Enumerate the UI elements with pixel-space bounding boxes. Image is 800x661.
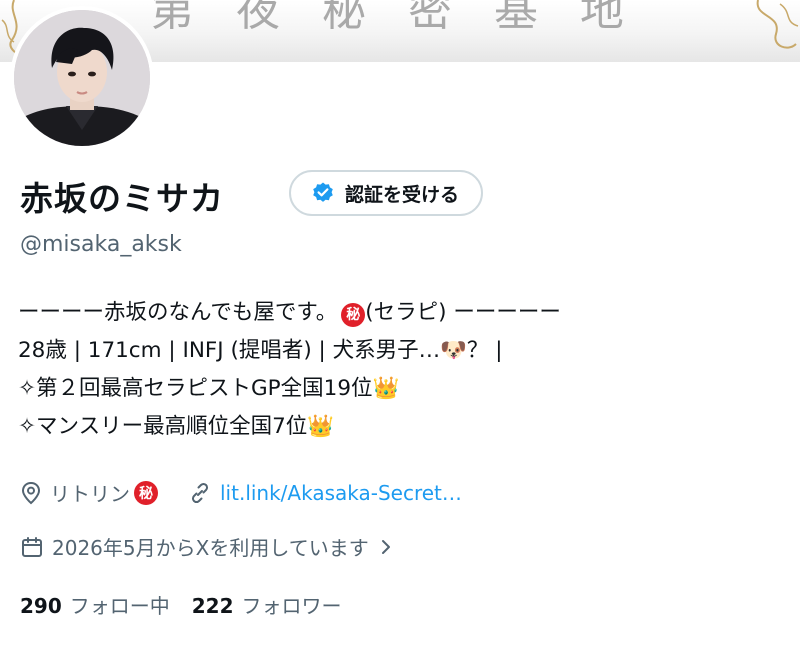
profile-meta-location-link: リトリン 秘 lit.link/Akasaka-Secret… [20, 478, 462, 507]
calendar-icon [20, 535, 44, 559]
follow-stats: 290 フォロー中 222 フォロワー [20, 590, 364, 619]
banner-ornament-right [756, 0, 799, 49]
profile-joined-date: 2026年5月からXを利用しています [52, 536, 369, 560]
crown-emoji: 👑 [307, 414, 335, 439]
following-count[interactable]: 290 [20, 594, 62, 618]
profile-joined-row[interactable]: 2026年5月からXを利用しています [20, 532, 393, 561]
get-verified-label: 認証を受ける [345, 183, 460, 206]
verified-badge-icon [311, 181, 335, 205]
dog-emoji: 🐶 [440, 338, 467, 363]
bio-line-4: ✧マンスリー最高順位全国7位👑 [18, 414, 335, 439]
profile-website-link[interactable]: lit.link/Akasaka-Secret… [220, 481, 462, 505]
bio-line-3: ✧第２回最高セラピストGP全国19位👑 [18, 376, 400, 401]
profile-location: リトリン [50, 482, 130, 506]
crown-emoji: 👑 [372, 376, 400, 401]
profile-avatar[interactable] [14, 10, 150, 146]
bio-line-1: ーーーー赤坂のなんでも屋です。秘 (セラピ) ーーーーー [18, 300, 561, 327]
secret-seal-emoji: 秘 [341, 303, 366, 327]
followers-count[interactable]: 222 [192, 594, 234, 618]
following-label[interactable]: フォロー中 [70, 590, 170, 619]
chevron-right-icon[interactable] [379, 537, 393, 557]
banner-text: 第 夜 秘 密 基 地 [150, 0, 638, 36]
followers-label[interactable]: フォロワー [242, 590, 342, 619]
link-icon [188, 481, 212, 505]
bio-line-2: 28歳 | 171cm | INFJ (提唱者) | 犬系男子…🐶？ | [18, 338, 503, 363]
secret-seal-emoji: 秘 [134, 480, 158, 505]
profile-display-name: 赤坂のミサカ [20, 179, 224, 218]
profile-bio: ーーーー赤坂のなんでも屋です。秘 (セラピ) ーーーーー 28歳 | 171cm … [18, 294, 788, 446]
profile-handle: @misaka_aksk [20, 232, 182, 257]
location-pin-icon [20, 481, 42, 505]
get-verified-button[interactable]: 認証を受ける [289, 170, 484, 216]
